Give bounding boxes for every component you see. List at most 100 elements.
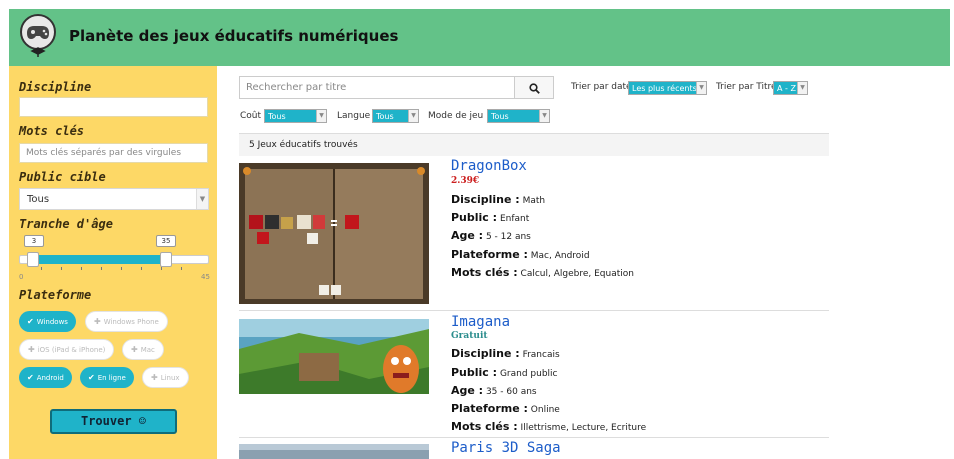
field-value: 35 - 60 ans xyxy=(485,387,537,397)
field-label: Mots clés : xyxy=(451,266,518,279)
game-keywords: Mots clés : Illettrisme, Lecture, Ecritu… xyxy=(451,420,646,433)
game-price: Gratuit xyxy=(451,331,488,341)
audience-select-value: Tous xyxy=(27,194,50,205)
field-label: Plateforme : xyxy=(451,402,528,415)
keywords-label: Mots clés xyxy=(19,124,85,138)
cost-value: Tous xyxy=(268,112,286,121)
slider-tick xyxy=(141,267,142,270)
game-keywords: Mots clés : Calcul, Algebre, Equation xyxy=(451,266,634,279)
game-public: Public : Enfant xyxy=(451,211,529,224)
imagana-thumbnail[interactable] xyxy=(239,319,429,394)
results-count: 5 Jeux éducatifs trouvés xyxy=(239,134,829,156)
paris-3d-saga-thumbnail[interactable] xyxy=(239,444,429,459)
chip-label: En ligne xyxy=(97,374,126,382)
divider xyxy=(239,310,829,311)
title-search-input[interactable]: Rechercher par titre xyxy=(239,76,515,99)
filter-sidebar: Discipline Mots clés Mots clés séparés p… xyxy=(9,66,217,459)
check-icon: ✔ xyxy=(88,373,95,382)
age-slider-low-handle[interactable] xyxy=(27,252,39,267)
platform-chip-android[interactable]: ✔ Android xyxy=(19,367,72,388)
plus-icon: ✚ xyxy=(151,373,158,382)
game-discipline: Discipline : Francais xyxy=(451,347,560,360)
site-header: Planète des jeux éducatifs numériques xyxy=(9,9,950,66)
keywords-input[interactable]: Mots clés séparés par des virgules xyxy=(19,143,208,163)
age-low-tag: 3 xyxy=(24,235,44,247)
platform-label: Plateforme xyxy=(19,288,92,302)
chevron-down-icon: ▼ xyxy=(408,110,418,122)
game-price: 2.39€ xyxy=(451,176,480,186)
divider xyxy=(239,437,829,438)
slider-tick xyxy=(121,267,122,270)
dragonbox-thumbnail[interactable] xyxy=(239,163,429,304)
sort-title-value: A - Z xyxy=(777,84,796,93)
slider-tick xyxy=(61,267,62,270)
search-icon xyxy=(528,83,540,94)
field-label: Public : xyxy=(451,366,498,379)
field-value: Illettrisme, Lecture, Ecriture xyxy=(520,423,647,433)
field-label: Mots clés : xyxy=(451,420,518,433)
check-icon: ✔ xyxy=(27,373,34,382)
field-label: Public : xyxy=(451,211,498,224)
language-select[interactable]: Tous ▼ xyxy=(372,109,419,123)
game-discipline: Discipline : Math xyxy=(451,193,545,206)
game-title[interactable]: Imagana xyxy=(451,314,510,330)
field-value: 5 - 12 ans xyxy=(485,232,531,242)
cost-label: Coût xyxy=(240,111,262,121)
audience-label: Public cible xyxy=(19,170,106,184)
plus-icon: ✚ xyxy=(94,317,101,326)
game-title[interactable]: DragonBox xyxy=(451,158,527,174)
field-value: Mac, Android xyxy=(530,251,590,261)
age-slider-range xyxy=(31,255,166,264)
page: Planète des jeux éducatifs numériques Di… xyxy=(0,0,954,459)
field-value: Calcul, Algebre, Equation xyxy=(520,269,634,279)
age-range-label: Tranche d'âge xyxy=(19,217,113,231)
platform-chip-mac[interactable]: ✚ Mac xyxy=(122,339,164,360)
platform-chip-windows-phone[interactable]: ✚ Windows Phone xyxy=(85,311,168,332)
platform-chip-ios[interactable]: ✚ iOS (iPad & iPhone) xyxy=(19,339,115,360)
field-label: Plateforme : xyxy=(451,248,528,261)
slider-tick xyxy=(181,267,182,270)
discipline-label: Discipline xyxy=(19,80,92,94)
cost-select[interactable]: Tous ▼ xyxy=(264,109,327,123)
plus-icon: ✚ xyxy=(28,345,35,354)
platform-chip-linux[interactable]: ✚ Linux xyxy=(142,367,189,388)
game-public: Public : Grand public xyxy=(451,366,557,379)
mode-select[interactable]: Tous ▼ xyxy=(487,109,550,123)
age-slider-high-handle[interactable] xyxy=(160,252,172,267)
search-button[interactable] xyxy=(514,76,554,99)
sort-title-label: Trier par Titre xyxy=(716,82,777,92)
game-age: Age : 35 - 60 ans xyxy=(451,384,537,397)
chevron-down-icon: ▼ xyxy=(797,82,807,94)
age-slider-max: 45 xyxy=(201,273,210,281)
chevron-down-icon: ▼ xyxy=(696,82,706,94)
audience-select[interactable]: Tous ▼ xyxy=(19,188,209,210)
field-label: Age : xyxy=(451,384,484,397)
chevron-down-icon: ▼ xyxy=(539,110,549,122)
field-value: Enfant xyxy=(499,214,530,224)
age-slider-min: 0 xyxy=(19,273,24,281)
gamepad-icon[interactable] xyxy=(18,13,58,59)
discipline-input[interactable] xyxy=(19,97,208,117)
slider-tick xyxy=(41,267,42,270)
check-icon: ✔ xyxy=(27,317,34,326)
field-label: Discipline : xyxy=(451,347,520,360)
sort-date-label: Trier par date xyxy=(571,82,632,92)
sort-title-select[interactable]: A - Z ▼ xyxy=(773,81,808,95)
field-value: Online xyxy=(530,405,560,415)
find-button[interactable]: Trouver ☺ xyxy=(50,409,177,434)
slider-tick xyxy=(81,267,82,270)
game-title[interactable]: Paris 3D Saga xyxy=(451,440,561,456)
platform-chip-online[interactable]: ✔ En ligne xyxy=(80,367,134,388)
chip-label: iOS (iPad & iPhone) xyxy=(37,346,106,354)
site-title: Planète des jeux éducatifs numériques xyxy=(69,27,399,45)
chevron-down-icon: ▼ xyxy=(196,189,208,209)
field-value: Grand public xyxy=(499,369,558,379)
slider-tick xyxy=(101,267,102,270)
game-platform: Plateforme : Online xyxy=(451,402,560,415)
chip-label: Mac xyxy=(140,346,155,354)
chip-label: Windows Phone xyxy=(103,318,159,326)
sort-date-select[interactable]: Les plus récents ▼ xyxy=(628,81,707,95)
chevron-down-icon: ▼ xyxy=(316,110,326,122)
platform-chip-windows[interactable]: ✔ Windows xyxy=(19,311,76,332)
mode-value: Tous xyxy=(491,112,509,121)
